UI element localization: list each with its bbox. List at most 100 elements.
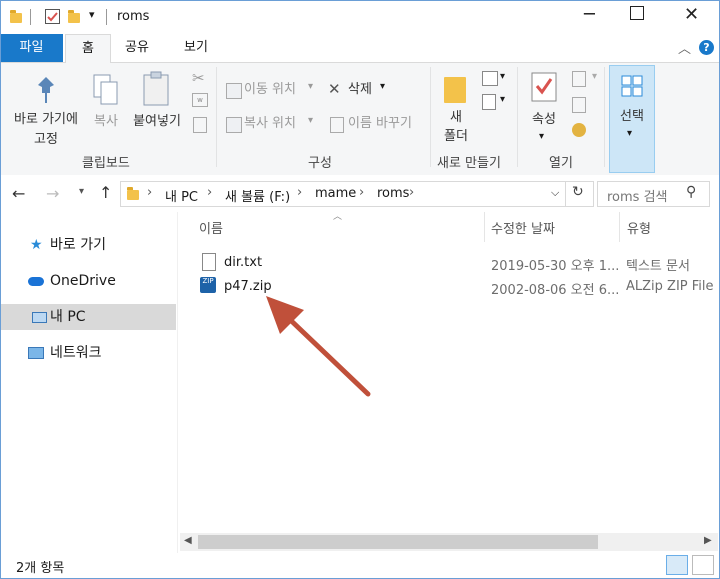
- breadcrumb-separator: ›: [409, 185, 415, 200]
- chevron-down-icon[interactable]: ▾: [592, 71, 597, 82]
- title-bar: ▾ roms ─ ✕: [0, 0, 720, 34]
- copy-to-icon: [226, 117, 242, 133]
- horizontal-scrollbar[interactable]: ◀ ▶: [180, 533, 718, 551]
- minimize-button[interactable]: ─: [584, 4, 595, 25]
- divider: [30, 9, 31, 25]
- scrollbar-thumb[interactable]: [198, 535, 598, 549]
- maximize-button[interactable]: [630, 6, 644, 20]
- column-header-modified[interactable]: 수정한 날짜: [491, 218, 555, 237]
- pin-label: 바로 가기에: [14, 112, 78, 127]
- easy-access-icon[interactable]: [482, 94, 496, 110]
- chevron-down-icon: ▾: [539, 131, 545, 142]
- open-icon[interactable]: [572, 71, 586, 87]
- file-modified: 2019-05-30 오후 1...: [491, 259, 620, 274]
- breadcrumb-volume[interactable]: 새 볼륨 (F:): [225, 186, 290, 205]
- properties-icon: [531, 72, 557, 102]
- select-label: 선택: [620, 109, 644, 124]
- nav-onedrive-label: OneDrive: [50, 273, 116, 289]
- column-header-name[interactable]: 이름: [199, 218, 223, 237]
- properties-label: 속성: [532, 112, 556, 127]
- up-arrow-icon[interactable]: ↑: [99, 183, 112, 202]
- new-folder-icon[interactable]: [68, 10, 80, 23]
- quick-access-dropdown-icon[interactable]: ▾: [89, 8, 95, 21]
- status-bar: 2개 항목: [0, 553, 720, 579]
- text-file-icon: [202, 253, 216, 271]
- file-name: dir.txt: [224, 255, 263, 270]
- new-folder-button[interactable]: 새 폴더: [438, 69, 472, 145]
- nav-network[interactable]: 네트워크: [0, 340, 176, 366]
- tab-home[interactable]: 홈: [65, 34, 111, 64]
- divider: [177, 212, 178, 553]
- new-group-label: 새로 만들기: [437, 156, 501, 171]
- file-modified: 2002-08-06 오전 6...: [491, 283, 620, 298]
- pin-quick-access-button[interactable]: 바로 가기에 고정: [8, 69, 84, 147]
- star-icon: ★: [30, 237, 43, 253]
- breadcrumb-roms[interactable]: roms: [377, 186, 409, 201]
- pin-label-2: 고정: [34, 132, 58, 147]
- new-folder-label: 새: [450, 110, 462, 125]
- tab-share[interactable]: 공유: [115, 34, 159, 62]
- sort-arrow-icon: ︿: [333, 212, 343, 222]
- cut-icon[interactable]: ✂: [192, 69, 205, 87]
- properties-checkbox-icon[interactable]: [45, 9, 60, 24]
- folder-icon: [10, 10, 22, 23]
- column-header-type[interactable]: 유형: [627, 218, 651, 237]
- nav-quick-access[interactable]: ★ 바로 가기: [0, 232, 176, 258]
- computer-icon: [32, 312, 47, 323]
- tab-view[interactable]: 보기: [172, 34, 220, 62]
- select-button[interactable]: 선택 ▾: [609, 65, 655, 173]
- nav-this-pc[interactable]: 내 PC: [0, 304, 176, 330]
- close-button[interactable]: ✕: [684, 4, 699, 25]
- nav-quick-access-label: 바로 가기: [50, 237, 106, 253]
- clipboard-paste-icon: [143, 71, 169, 106]
- properties-button[interactable]: 속성 ▾: [524, 69, 564, 145]
- pin-icon: [38, 77, 54, 103]
- file-type: 텍스트 문서: [626, 259, 690, 274]
- history-icon[interactable]: [572, 123, 586, 137]
- help-icon[interactable]: ?: [699, 40, 714, 55]
- chevron-down-icon[interactable]: ▾: [500, 94, 505, 105]
- scroll-right-icon[interactable]: ▶: [704, 535, 712, 546]
- breadcrumb-mame[interactable]: mame: [315, 186, 356, 201]
- edit-icon[interactable]: [572, 97, 586, 113]
- paste-label: 붙여넣기: [133, 114, 181, 129]
- new-folder-label-2: 폴더: [444, 129, 468, 144]
- chevron-down-icon[interactable]: ▾: [500, 71, 505, 82]
- address-dropdown-icon[interactable]: ⌵: [551, 186, 559, 200]
- breadcrumb-separator: ›: [297, 185, 303, 200]
- refresh-icon[interactable]: ↻: [572, 184, 584, 200]
- nav-onedrive[interactable]: OneDrive: [0, 268, 176, 294]
- address-bar[interactable]: › 내 PC › 새 볼륨 (F:) › mame › roms › ⌵ ↻: [120, 181, 594, 207]
- breadcrumb-this-pc[interactable]: 내 PC: [165, 186, 198, 205]
- recent-locations-icon[interactable]: ▾: [79, 186, 84, 197]
- paste-button[interactable]: 붙여넣기: [128, 69, 184, 129]
- folder-icon: [444, 77, 466, 103]
- ribbon-tabs: 파일 홈 공유 보기 ︿ ?: [0, 34, 720, 64]
- cloud-icon: [28, 277, 44, 286]
- tab-file[interactable]: 파일: [0, 34, 63, 62]
- copy-button[interactable]: 복사: [88, 69, 124, 129]
- details-view-icon[interactable]: [666, 555, 688, 575]
- search-input[interactable]: roms 검색 ⚲: [597, 181, 710, 207]
- ribbon: 바로 가기에 고정 복사 붙여넣기 ✂ w 클립보드 이동 위치 ▾ 복사 위치…: [0, 63, 720, 176]
- back-arrow-icon[interactable]: ←: [12, 184, 25, 203]
- large-icons-view-icon[interactable]: [692, 555, 714, 575]
- table-row[interactable]: dir.txt 2019-05-30 오후 1... 텍스트 문서: [196, 252, 716, 274]
- select-grid-icon: [621, 75, 643, 97]
- collapse-ribbon-icon[interactable]: ︿: [678, 38, 691, 57]
- copy-to-button[interactable]: 복사 위치 ▾: [226, 115, 322, 135]
- scroll-left-icon[interactable]: ◀: [184, 535, 192, 546]
- breadcrumb-separator: ›: [147, 185, 153, 200]
- chevron-down-icon: ▾: [308, 115, 314, 126]
- copy-label: 복사: [94, 114, 118, 129]
- new-item-icon[interactable]: [482, 71, 498, 86]
- delete-button[interactable]: ✕ 삭제 ▾: [328, 80, 388, 101]
- chevron-down-icon: ▾: [380, 81, 386, 92]
- item-count: 2개 항목: [16, 561, 65, 576]
- forward-arrow-icon[interactable]: →: [46, 184, 59, 203]
- rename-button[interactable]: 이름 바꾸기: [328, 115, 424, 135]
- search-icon[interactable]: ⚲: [686, 184, 696, 200]
- move-to-button[interactable]: 이동 위치 ▾: [226, 81, 322, 101]
- paste-shortcut-icon[interactable]: [193, 117, 207, 133]
- copy-path-icon[interactable]: w: [192, 93, 208, 107]
